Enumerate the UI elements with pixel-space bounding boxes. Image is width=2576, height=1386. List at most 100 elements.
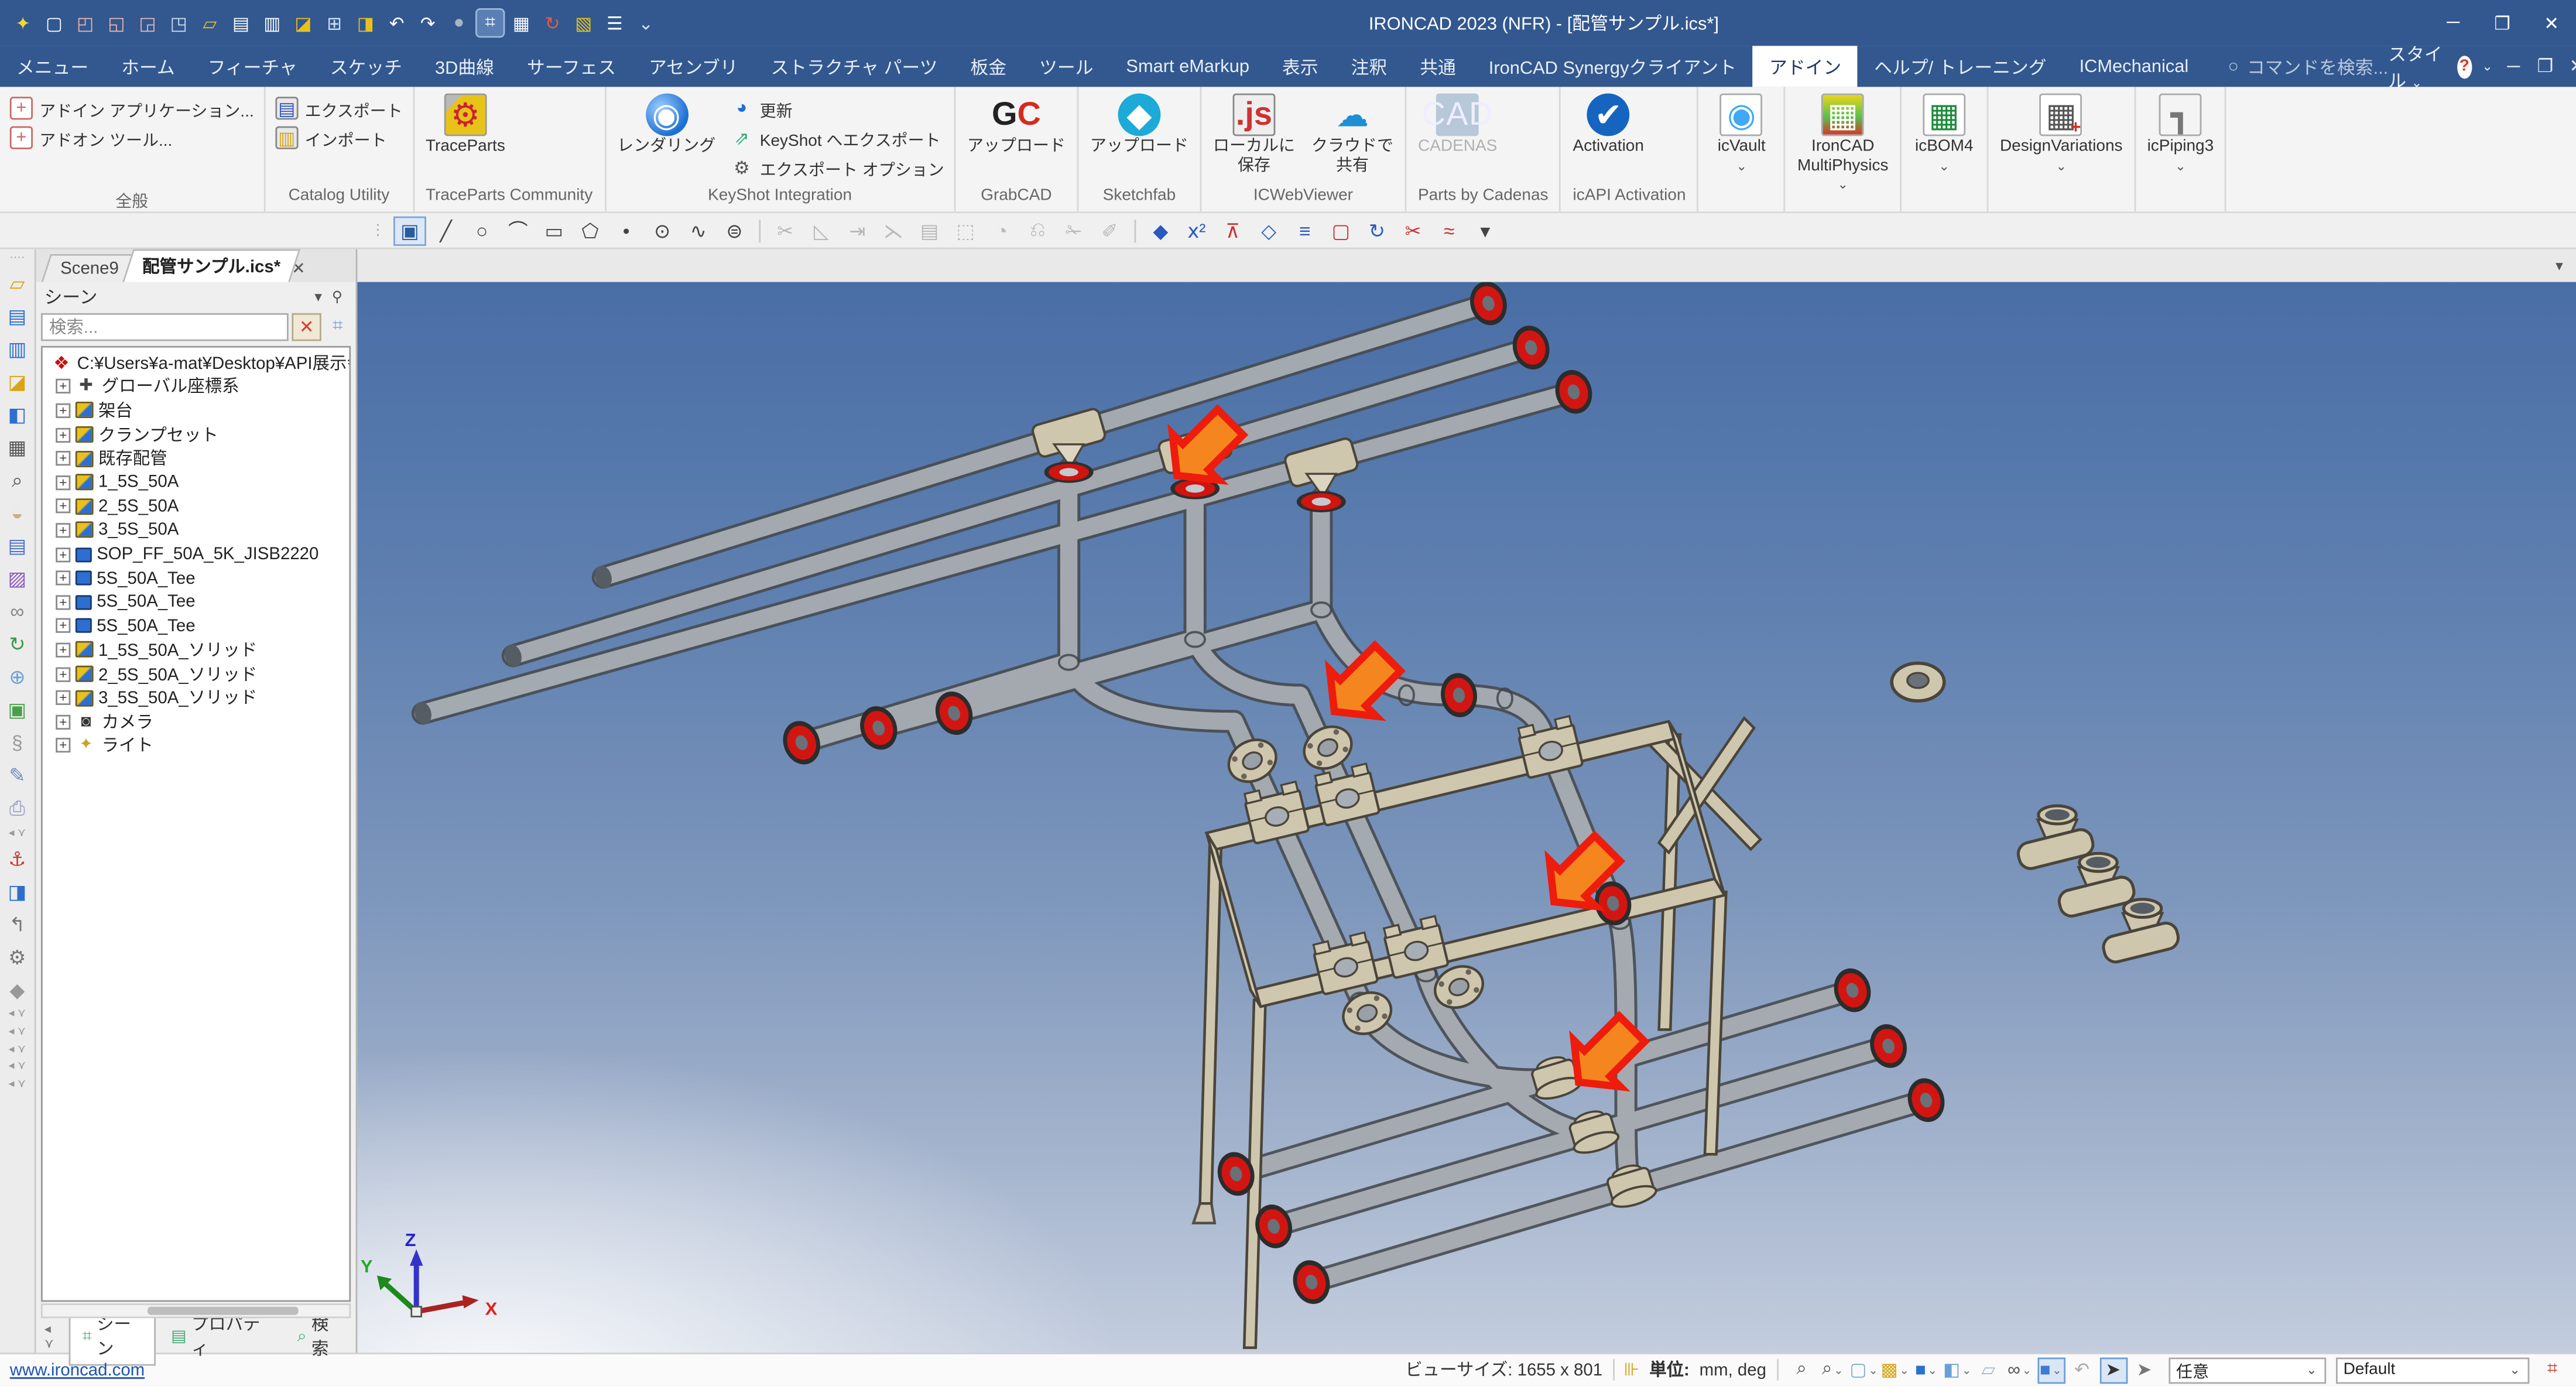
tree-expander[interactable]: +	[56, 642, 71, 658]
tree-expander[interactable]: +	[56, 714, 71, 730]
offset-tool-icon[interactable]: ⊜	[718, 215, 751, 245]
refresh-icon[interactable]: ↻	[539, 10, 566, 36]
tab-メニュー[interactable]: メニュー	[0, 46, 105, 87]
redo-icon[interactable]: ↷	[415, 10, 441, 36]
tree-item-カメラ[interactable]: + ◙ カメラ	[46, 710, 349, 734]
sphere-icon[interactable]: ●	[446, 10, 472, 36]
link-icon[interactable]: ∞	[2, 598, 32, 626]
search-tree-icon[interactable]: ⌗	[324, 314, 351, 340]
button-TraceParts[interactable]: ⚙ TraceParts	[419, 90, 512, 160]
toolbar-more-icon[interactable]: ▾	[1469, 215, 1502, 245]
tab-3D曲線[interactable]: 3D曲線	[419, 46, 511, 87]
image-icon[interactable]: ▣	[2, 696, 32, 724]
scissors-red-icon[interactable]: ✂	[1397, 215, 1430, 245]
undo-icon[interactable]: ↶	[383, 10, 410, 36]
tree-item-クランプセット[interactable]: + クランプセット	[46, 423, 349, 447]
tab-ストラクチャ パーツ[interactable]: ストラクチャ パーツ	[755, 46, 954, 87]
tree-expander[interactable]: +	[56, 523, 71, 538]
tab-表示[interactable]: 表示	[1266, 46, 1335, 87]
tree-item-3_5S_50A_ソリッド[interactable]: +3_5S_50A_ソリッド	[46, 686, 349, 710]
tree-item-SOP_FF_50A_5K_JISB2220[interactable]: + SOP_FF_50A_5K_JISB2220	[46, 542, 349, 566]
tab-Smart eMarkup[interactable]: Smart eMarkup	[1109, 46, 1266, 87]
ironcad-link[interactable]: www.ironcad.com	[10, 1360, 145, 1380]
window-layout-icon[interactable]: ▦	[508, 10, 535, 36]
collapse4[interactable]: ◂ ⋎	[2, 1044, 32, 1057]
open-recent-icon[interactable]: ◰	[72, 10, 98, 36]
tree-item-1_5S_50A[interactable]: +1_5S_50A	[46, 471, 349, 495]
button-レンダリング[interactable]: ◉ レンダリング	[611, 90, 722, 160]
catalog-browser-icon[interactable]: ▦	[2, 434, 32, 462]
doc-minimize-button[interactable]: ─	[2503, 57, 2524, 77]
table-icon[interactable]: ▤	[2, 532, 32, 560]
doc-template-icon[interactable]: ◱	[103, 10, 129, 36]
zoom-select-icon[interactable]: ⌕ ⌄	[1819, 1357, 1847, 1383]
button-クラウドで-共有[interactable]: ☁ クラウドで 共有	[1305, 90, 1400, 179]
collapse1[interactable]: ◂ ⋎	[2, 827, 32, 840]
button-icVault[interactable]: ◉ icVault ⌄	[1704, 90, 1779, 176]
tab-スケッチ[interactable]: スケッチ	[314, 46, 419, 87]
wave-icon[interactable]: ≈	[1433, 215, 1465, 245]
tab-共通[interactable]: 共通	[1403, 46, 1472, 87]
insert-part-icon[interactable]: ⊞	[321, 10, 348, 36]
material-icon[interactable]: ▢	[1324, 215, 1357, 245]
tree-item-1_5S_50A_ソリッド[interactable]: +1_5S_50A_ソリッド	[46, 638, 349, 662]
collapse5[interactable]: ◂ ⋎	[2, 1062, 32, 1074]
button-更新[interactable]: ◕ 更新	[725, 94, 949, 123]
tree-expander[interactable]: +	[56, 427, 71, 442]
structure-status-icon[interactable]: ⌗	[2539, 1357, 2567, 1383]
collapse6[interactable]: ◂ ⋎	[2, 1079, 32, 1092]
panel-tab-arrows[interactable]: ◂ ⋎	[39, 1322, 67, 1351]
glasses-icon[interactable]: ∞ ⌄	[2006, 1357, 2034, 1383]
doc-restore-button[interactable]: ❐	[2534, 56, 2556, 77]
rotate-tool-icon[interactable]: ⎌	[1021, 215, 1054, 245]
button-Activation[interactable]: ✔ Activation	[1566, 90, 1650, 160]
arc-tool-icon[interactable]: ⌒	[502, 215, 535, 245]
probe-tool-icon[interactable]: ✐	[1094, 215, 1126, 245]
close-button[interactable]: ✕	[2527, 2, 2576, 45]
panel-pin-icon[interactable]: ⚲	[327, 288, 347, 306]
button-ローカルに-保存[interactable]: .js ローカルに 保存	[1207, 90, 1301, 179]
collapse2[interactable]: ◂ ⋎	[2, 1009, 32, 1022]
sync-icon[interactable]: ↻	[2, 631, 32, 659]
config-combo[interactable]: Default ⌄	[2335, 1357, 2529, 1383]
grip[interactable]: ····	[2, 252, 32, 265]
tree-expander[interactable]: +	[56, 690, 71, 706]
tree-expander[interactable]: +	[56, 738, 71, 754]
import-catalog-icon[interactable]: ◧	[2, 401, 32, 429]
tree-expander[interactable]: +	[56, 546, 71, 562]
layers-icon[interactable]: ≡	[1289, 215, 1321, 245]
scene-browser-icon[interactable]: ⌗	[475, 8, 505, 38]
tab-板金[interactable]: 板金	[954, 46, 1023, 87]
zoom-icon[interactable]: ⌕	[1787, 1357, 1815, 1383]
point-tool-icon[interactable]: •	[610, 215, 643, 245]
tab-サーフェス[interactable]: サーフェス	[511, 46, 632, 87]
tree-expander[interactable]: +	[56, 451, 71, 466]
clip-icon[interactable]: §	[2, 729, 32, 757]
doc-preview-icon[interactable]: ◳	[166, 10, 192, 36]
xy-dimension-icon[interactable]: ⅹ²	[1180, 215, 1213, 245]
tree-expander[interactable]: +	[56, 379, 71, 395]
ghost-mode-icon[interactable]: ▱	[1975, 1357, 2003, 1383]
gear-part-icon[interactable]: ⚙	[2, 943, 32, 971]
open-icon[interactable]: ▱	[197, 10, 223, 36]
tree-item-5S_50A_Tee[interactable]: +5S_50A_Tee	[46, 614, 349, 638]
button-アドイン アプリケーション...[interactable]: + アドイン アプリケーション...	[5, 94, 259, 123]
surface-icon[interactable]: ◆	[1144, 215, 1177, 245]
tree-item-ライト[interactable]: + ✦ ライト	[46, 734, 349, 758]
tree-item-C:¥Users¥a-mat¥Desktop¥API展示会セッ[interactable]: ❖C:¥Users¥a-mat¥Desktop¥API展示会セッ	[46, 351, 349, 375]
3d-viewport[interactable]: Z Y X	[357, 282, 2576, 1353]
print-icon[interactable]: ⎙	[2, 795, 32, 823]
style-menu[interactable]: スタイル ⌄	[2388, 40, 2447, 93]
tab-ツール[interactable]: ツール	[1023, 46, 1109, 87]
tree-expander[interactable]: +	[56, 499, 71, 514]
save-catalog-as-icon[interactable]: ▥	[2, 336, 32, 364]
tab-注釈[interactable]: 注釈	[1335, 46, 1404, 87]
save-as-icon[interactable]: ▥	[259, 10, 285, 36]
polygon-tool-icon[interactable]: ⬠	[574, 215, 607, 245]
rectangle-tool-icon[interactable]: ▭	[537, 215, 570, 245]
save-catalog-icon[interactable]: ▤	[2, 303, 32, 331]
ironcad-app-icon[interactable]: ✦	[10, 10, 36, 36]
search-part-icon[interactable]: ⌕	[2, 467, 32, 495]
export-icon[interactable]: ◪	[290, 10, 317, 36]
anchor-icon[interactable]: ⊼	[1217, 215, 1249, 245]
